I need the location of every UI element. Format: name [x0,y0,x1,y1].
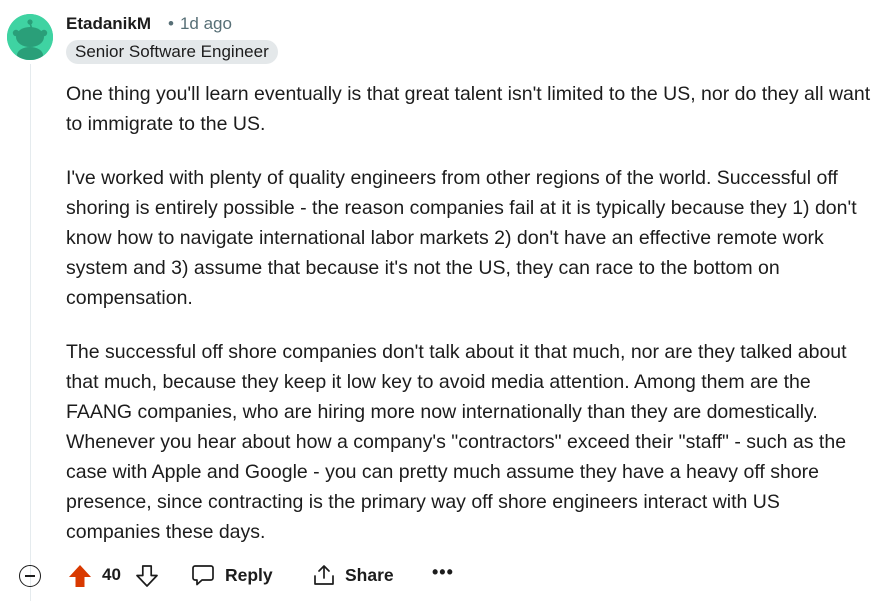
reply-label: Reply [225,564,273,585]
share-label: Share [345,564,394,585]
vote-score: 40 [102,565,121,584]
thread-line[interactable] [30,64,31,601]
arrow-up-icon [69,565,91,587]
comment-action-bar: 40 Reply Share ••• [0,560,883,594]
ellipsis-icon: ••• [432,562,454,582]
comment-timestamp[interactable]: 1d ago [180,14,232,33]
upvote-button[interactable] [67,563,93,589]
collapse-button[interactable] [19,565,41,587]
arrow-down-icon [136,565,158,587]
snoo-avatar-icon [7,14,53,60]
minus-circle-icon [25,575,35,577]
downvote-button[interactable] [135,563,159,589]
comment-body: One thing you'll learn eventually is tha… [66,79,876,571]
comment-bubble-icon [192,565,214,586]
comment-paragraph: I've worked with plenty of quality engin… [66,167,857,309]
share-icon [314,565,334,585]
meta-separator: • [168,14,174,33]
comment-paragraph: One thing you'll learn eventually is tha… [66,83,871,135]
share-button[interactable]: Share [312,563,394,587]
comment-paragraph: The successful off shore companies don't… [66,341,847,543]
reply-button[interactable]: Reply [191,563,273,587]
comment-meta: • 1d ago [168,14,232,34]
user-flair: Senior Software Engineer [66,40,278,64]
more-options-button[interactable]: ••• [432,562,454,583]
comment-author[interactable]: EtadanikM [66,14,151,34]
user-avatar[interactable] [7,14,53,60]
